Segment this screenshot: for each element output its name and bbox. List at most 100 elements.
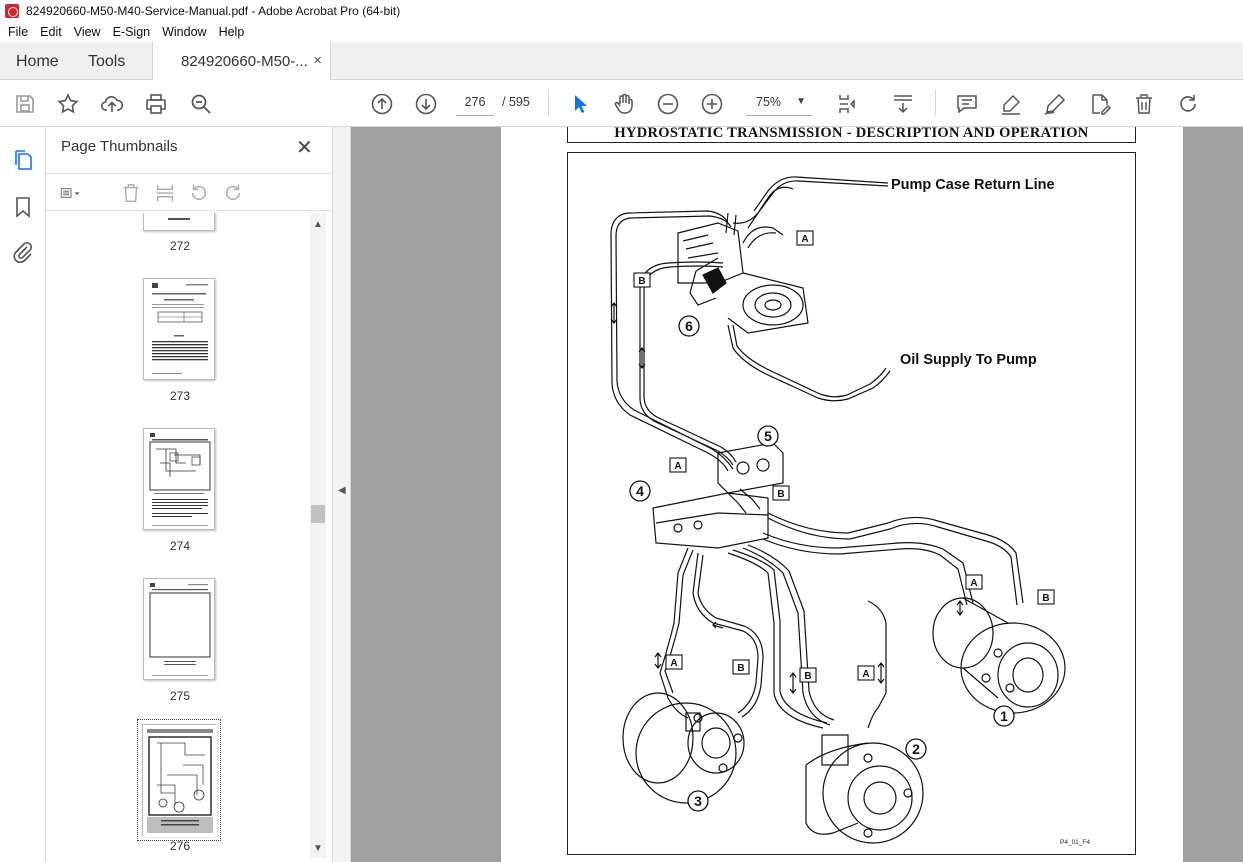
- thumbnail-page-275[interactable]: [143, 578, 215, 680]
- attachment-icon[interactable]: [11, 240, 35, 264]
- port-tag: B: [732, 659, 750, 675]
- page-total-label: / 595: [502, 95, 530, 109]
- thumbnail-options-icon[interactable]: [60, 182, 96, 204]
- rotate-left-icon[interactable]: [188, 182, 210, 204]
- callout-5: 5: [757, 425, 779, 447]
- svg-text:A: A: [801, 234, 808, 245]
- select-cursor-icon[interactable]: [567, 91, 593, 117]
- panel-title: Page Thumbnails: [61, 138, 178, 155]
- callout-6: 6: [678, 315, 700, 337]
- svg-text:6: 6: [685, 318, 693, 334]
- thumbnail-label: 274: [169, 539, 191, 553]
- tab-document-label: 824920660-M50-...: [181, 53, 308, 70]
- highlight-pen-icon[interactable]: [998, 91, 1024, 117]
- thumbnail-label: 273: [169, 389, 191, 403]
- thumbnail-preview: [143, 725, 217, 837]
- port-tag: A: [965, 574, 983, 590]
- thumbnail-preview: [152, 283, 208, 374]
- thumbnail-page-276[interactable]: [137, 719, 221, 841]
- menu-help[interactable]: Help: [213, 25, 251, 39]
- edit-pdf-icon[interactable]: [1087, 91, 1113, 117]
- thumbnail-label: 272: [169, 239, 191, 253]
- panel-collapse-handle[interactable]: ◀: [332, 127, 351, 862]
- pump-case-return-label: Pump Case Return Line: [891, 177, 1055, 193]
- port-tag: B: [799, 667, 817, 683]
- thumbnail-scrollbar[interactable]: ▲ ▼: [310, 213, 326, 858]
- page-fit-icon[interactable]: [835, 91, 861, 117]
- panel-close-icon[interactable]: ✕: [296, 135, 313, 160]
- zoom-out-icon[interactable]: [655, 91, 681, 117]
- svg-text:4: 4: [636, 483, 644, 499]
- svg-text:A: A: [970, 578, 977, 589]
- left-nav-rail: [0, 127, 46, 862]
- page-number-input[interactable]: 276: [456, 90, 494, 116]
- menu-file[interactable]: File: [2, 25, 34, 39]
- acrobat-icon: [5, 4, 19, 18]
- thumbnail-panel: Page Thumbnails ✕ 272 273 274 275 276 ▲ …: [46, 127, 332, 862]
- delete-icon[interactable]: [1131, 91, 1157, 117]
- thumbnail-toolbar: [46, 173, 332, 211]
- insert-page-icon[interactable]: [154, 182, 176, 204]
- menu-esign[interactable]: E-Sign: [107, 25, 157, 39]
- scroll-up-icon[interactable]: ▲: [313, 219, 323, 230]
- search-zoom-icon[interactable]: [188, 91, 214, 117]
- tab-home[interactable]: Home: [16, 53, 59, 71]
- draw-pen-icon[interactable]: [1042, 91, 1068, 117]
- scroll-down-icon[interactable]: ▼: [313, 843, 323, 854]
- svg-text:3: 3: [694, 793, 702, 809]
- tab-close-icon[interactable]: ×: [313, 52, 322, 69]
- scroll-mode-icon[interactable]: [890, 91, 916, 117]
- figure-code: P4_01_F4: [1060, 839, 1090, 846]
- comment-icon[interactable]: [954, 91, 980, 117]
- next-page-icon[interactable]: [413, 91, 439, 117]
- menu-bar: File Edit View E-Sign Window Help: [0, 22, 1243, 42]
- menu-edit[interactable]: Edit: [34, 25, 68, 39]
- rotate-right-icon[interactable]: [222, 182, 244, 204]
- rotate-icon[interactable]: [1175, 91, 1201, 117]
- zoom-level-value: 75%: [756, 95, 782, 109]
- save-icon[interactable]: [12, 91, 38, 117]
- port-tag: B: [633, 272, 651, 288]
- thumbnail-page-274[interactable]: [143, 428, 215, 530]
- svg-text:1: 1: [1000, 708, 1008, 724]
- scrollbar-thumb[interactable]: [311, 505, 325, 523]
- hand-tool-icon[interactable]: [611, 91, 637, 117]
- callout-2: 2: [905, 738, 927, 760]
- port-tag: B: [772, 485, 790, 501]
- chevron-down-icon: ▼: [796, 96, 806, 107]
- thumbnail-preview: [149, 433, 211, 526]
- callout-4: 4: [629, 480, 651, 502]
- delete-page-icon[interactable]: [120, 182, 142, 204]
- port-tag: A: [796, 230, 814, 246]
- svg-text:B: B: [737, 663, 744, 674]
- menu-view[interactable]: View: [68, 25, 107, 39]
- menu-window[interactable]: Window: [156, 25, 212, 39]
- upload-cloud-icon[interactable]: [99, 91, 125, 117]
- zoom-level-select[interactable]: 75% ▼: [746, 90, 812, 116]
- tab-bar: Home Tools 824920660-M50-... ×: [0, 42, 1243, 80]
- tab-tools[interactable]: Tools: [88, 53, 125, 71]
- callout-3: 3: [687, 790, 709, 812]
- thumbnail-preview: [149, 583, 211, 676]
- svg-text:A: A: [862, 669, 869, 680]
- thumbnail-page-272[interactable]: [143, 213, 215, 231]
- svg-text:B: B: [804, 671, 811, 682]
- bookmark-icon[interactable]: [11, 195, 35, 219]
- page-thumbnails-icon[interactable]: [11, 148, 35, 172]
- print-icon[interactable]: [143, 91, 169, 117]
- svg-text:B: B: [1042, 593, 1049, 604]
- bookmark-star-icon[interactable]: [55, 91, 81, 117]
- window-title: 824920660-M50-M40-Service-Manual.pdf - A…: [26, 4, 401, 18]
- toolbar-divider: [548, 90, 549, 116]
- figure-frame: A B A B A B A B B A 6 5 4 1 2 3 Pump Cas…: [567, 152, 1136, 855]
- tab-document[interactable]: 824920660-M50-... ×: [152, 42, 331, 80]
- document-view[interactable]: HYDROSTATIC TRANSMISSION - DESCRIPTION A…: [351, 127, 1243, 862]
- zoom-in-icon[interactable]: [699, 91, 725, 117]
- chevron-left-icon: ◀: [338, 485, 346, 496]
- prev-page-icon[interactable]: [369, 91, 395, 117]
- svg-text:5: 5: [764, 428, 772, 444]
- thumbnail-page-273[interactable]: [143, 278, 215, 380]
- title-bar: 824920660-M50-M40-Service-Manual.pdf - A…: [0, 0, 1243, 22]
- page-header: HYDROSTATIC TRANSMISSION - DESCRIPTION A…: [567, 127, 1136, 143]
- thumbnail-label: 276: [169, 839, 191, 853]
